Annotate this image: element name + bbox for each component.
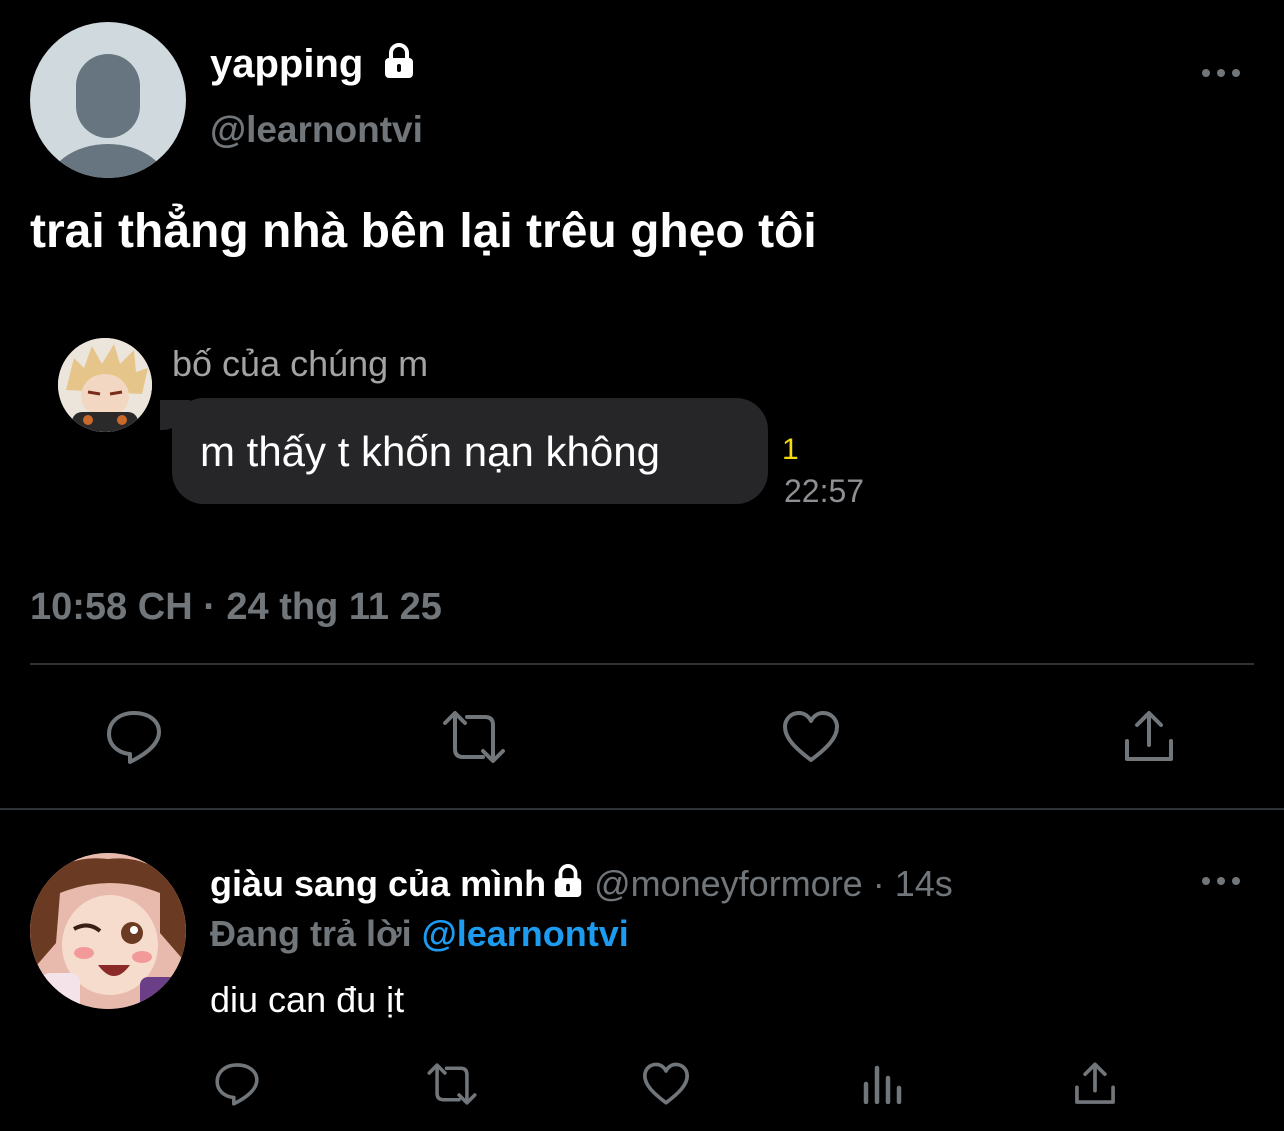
reply-display-name[interactable]: giàu sang của mình xyxy=(210,863,546,904)
reply-time[interactable]: · 14s xyxy=(873,863,953,904)
retweet-icon[interactable] xyxy=(436,704,512,770)
author-display-name[interactable]: yapping xyxy=(210,40,416,90)
reply-icon[interactable] xyxy=(98,704,170,770)
chat-sender-name: bố của chúng m xyxy=(172,343,429,384)
retweet-icon[interactable] xyxy=(422,1058,482,1110)
post-timestamp[interactable]: 10:58 CH · 24 thg 11 25 xyxy=(30,584,442,630)
reply-icon[interactable] xyxy=(208,1058,266,1110)
author-avatar[interactable] xyxy=(30,22,186,178)
display-name-text: yapping xyxy=(210,42,364,86)
message-time: 22:57 xyxy=(784,473,865,509)
read-count: 1 xyxy=(782,433,799,466)
section-divider xyxy=(0,808,1284,810)
replying-to-mention[interactable]: @learnontvi xyxy=(422,913,629,954)
reply-author-avatar[interactable] xyxy=(30,853,186,1009)
author-handle[interactable]: @learnontvi xyxy=(210,108,423,152)
replying-to-line: Đang trả lời @learnontvi xyxy=(210,912,629,956)
replying-to-label: Đang trả lời xyxy=(210,913,412,954)
more-options-icon[interactable] xyxy=(1196,58,1246,88)
more-options-icon[interactable] xyxy=(1196,866,1246,896)
divider xyxy=(30,663,1254,665)
lock-icon xyxy=(382,42,416,90)
message-text: m thấy t khốn nạn không xyxy=(200,428,660,475)
reply-author-line: giàu sang của mình @moneyformore · 14s xyxy=(210,862,953,908)
lock-icon xyxy=(552,864,584,908)
share-icon[interactable] xyxy=(1114,704,1184,770)
reply-text: diu can đu ịt xyxy=(210,979,405,1020)
like-icon[interactable] xyxy=(636,1058,696,1110)
views-icon[interactable] xyxy=(854,1058,910,1110)
tweet-text: trai thẳng nhà bên lại trêu ghẹo tôi xyxy=(30,205,817,258)
like-icon[interactable] xyxy=(776,704,846,770)
reply-handle[interactable]: @moneyformore xyxy=(594,863,863,904)
share-icon[interactable] xyxy=(1066,1058,1124,1110)
chat-sender-avatar xyxy=(58,338,152,432)
